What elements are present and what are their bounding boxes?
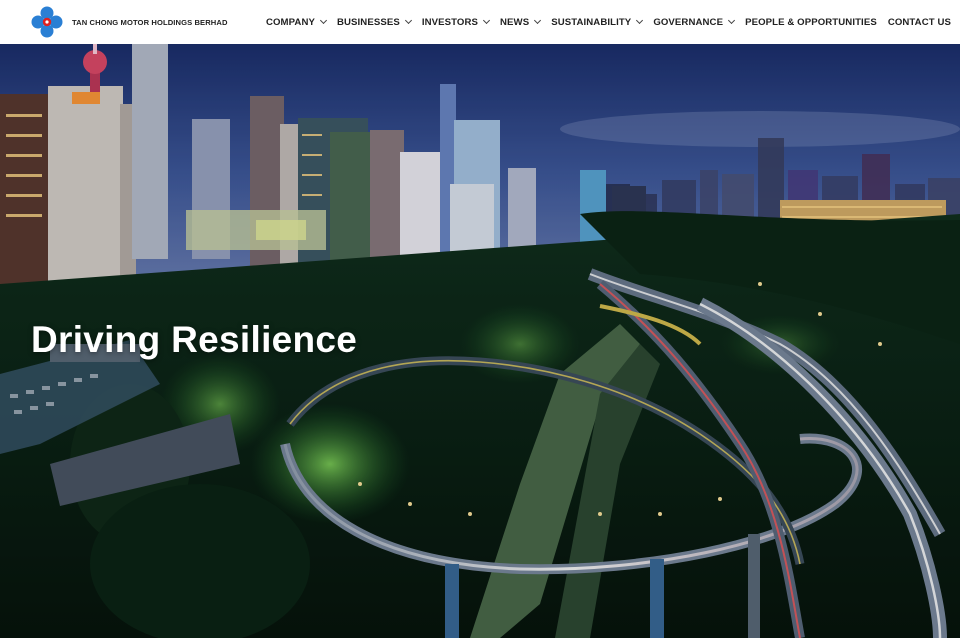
hero-banner: Driving Resilience [0, 44, 960, 638]
brand-name: TAN CHONG MOTOR HOLDINGS BERHAD [72, 17, 228, 27]
nav-item-news[interactable]: NEWS [500, 16, 542, 28]
brand-logo-link[interactable]: TAN CHONG MOTOR HOLDINGS BERHAD [30, 5, 228, 39]
nav-item-sustainability[interactable]: SUSTAINABILITY [551, 16, 644, 28]
four-circle-logo-icon [30, 5, 64, 39]
nav-item-label: INVESTORS [421, 16, 479, 28]
chevron-down-icon [319, 16, 328, 25]
chevron-down-icon [482, 16, 491, 25]
nav-item-governance[interactable]: GOVERNANCE [653, 16, 736, 28]
nav-item-company[interactable]: COMPANY [265, 16, 328, 28]
nav-item-businesses[interactable]: BUSINESSES [336, 16, 412, 28]
nav-item-people-opportunities[interactable]: PEOPLE & OPPORTUNITIES [745, 17, 877, 28]
chevron-down-icon [534, 16, 542, 25]
nav-item-label: COMPANY [265, 16, 315, 28]
chevron-down-icon [728, 16, 736, 25]
nav-item-label: PEOPLE & OPPORTUNITIES [745, 16, 877, 28]
hero-title: Driving Resilience [31, 318, 358, 360]
main-nav: COMPANY BUSINESSES INVESTORS NEWS SUSTAI… [266, 17, 951, 28]
nav-item-label: GOVERNANCE [653, 16, 724, 28]
nav-item-label: CONTACT US [887, 16, 951, 28]
chevron-down-icon [636, 16, 644, 25]
site-header: TAN CHONG MOTOR HOLDINGS BERHAD COMPANY … [0, 0, 960, 44]
nav-item-label: NEWS [500, 16, 530, 28]
nav-item-investors[interactable]: INVESTORS [421, 16, 491, 28]
chevron-down-icon [404, 16, 412, 25]
nav-item-label: SUSTAINABILITY [551, 16, 632, 28]
nav-item-label: BUSINESSES [336, 16, 400, 28]
nav-item-contact-us[interactable]: CONTACT US [888, 17, 951, 28]
